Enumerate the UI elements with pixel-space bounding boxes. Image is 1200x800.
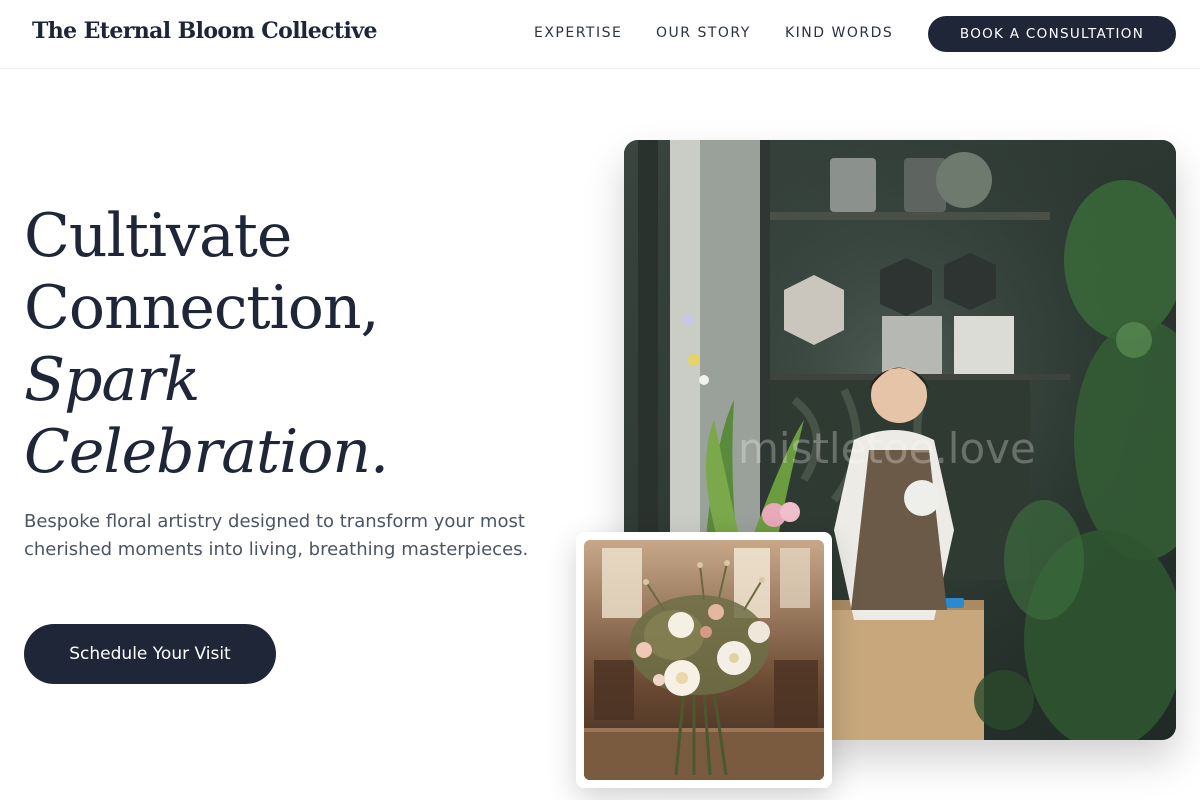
- headline-line: Connection,: [24, 273, 380, 343]
- bouquet-photo: [584, 540, 824, 780]
- site-logo[interactable]: The Eternal Bloom Collective: [32, 18, 377, 44]
- headline-line-italic: Spark: [24, 345, 200, 415]
- headline-line-italic: Celebration.: [24, 417, 389, 487]
- nav-link-expertise[interactable]: EXPERTISE: [534, 25, 622, 41]
- schedule-visit-button[interactable]: Schedule Your Visit: [24, 624, 276, 684]
- hero-subtext: Bespoke floral artistry designed to tran…: [24, 511, 529, 560]
- site-header: The Eternal Bloom Collective EXPERTISE O…: [0, 0, 1200, 69]
- image-watermark: mistletoe.love: [738, 424, 1036, 473]
- nav-link-kind-words[interactable]: KIND WORDS: [785, 25, 893, 41]
- bouquet-photo-frame: [576, 532, 832, 788]
- nav-link-our-story[interactable]: OUR STORY: [656, 25, 751, 41]
- book-consultation-button[interactable]: BOOK A CONSULTATION: [928, 16, 1176, 52]
- headline-line: Cultivate: [24, 201, 292, 271]
- hero-headline: Cultivate Connection, Spark Celebration.: [24, 200, 389, 488]
